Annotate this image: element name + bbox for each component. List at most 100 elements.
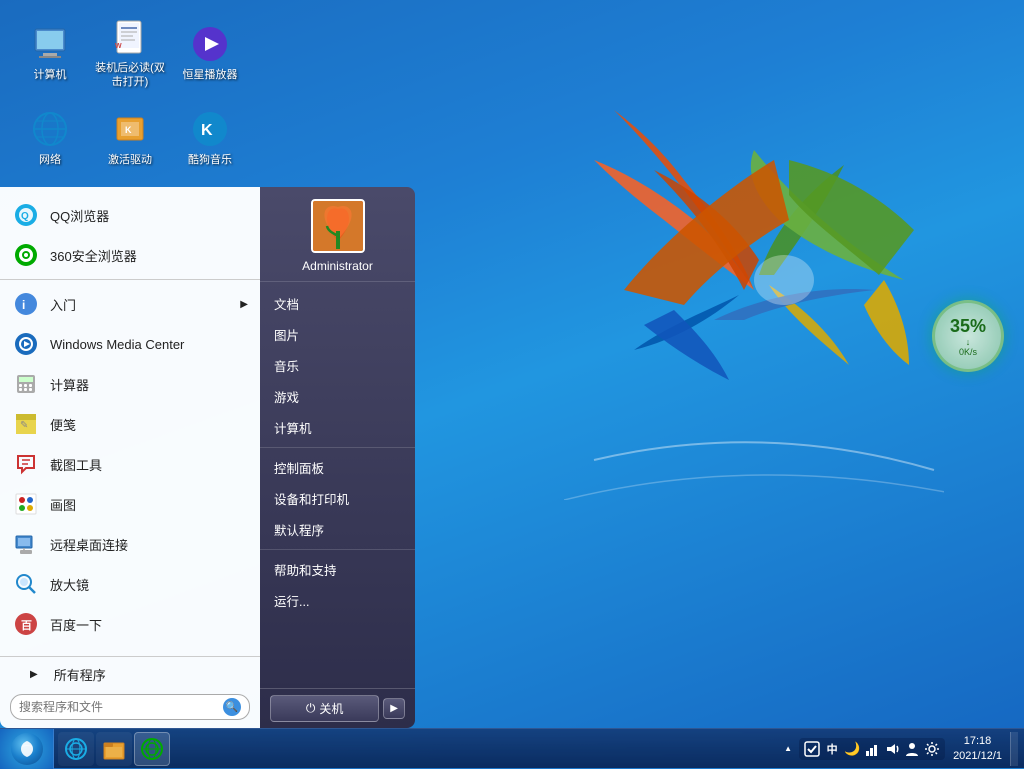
right-menu-documents[interactable]: 文档 [260,288,415,319]
start-button[interactable] [0,729,54,769]
setup-guide-icon-label: 装机后必读(双击打开) [95,62,165,88]
desktop-icons-area: 计算机 W 装机后必读(双击打开) [10,10,250,180]
taskbar: ▲ 中 🌙 [0,728,1024,768]
tray-moon-icon[interactable]: 🌙 [843,740,861,758]
driver-icon: K [109,108,151,150]
pictures-label: 图片 [274,325,299,344]
qqmusic-icon: K [189,108,231,150]
speed-widget: 35% ↓ 0K/s [932,300,1004,372]
shutdown-arrow-button[interactable]: ▶ [383,698,405,719]
clock[interactable]: 17:18 2021/12/1 [947,734,1008,763]
menu-item-rdp[interactable]: 远程桌面连接 [0,524,260,564]
intro-label: 入门 [50,295,230,314]
calculator-icon [12,370,40,398]
360-browser-label: 360安全浏览器 [50,246,248,265]
rdp-label: 远程桌面连接 [50,535,248,554]
speed-value: 0K/s [959,347,977,357]
wmc-label: Windows Media Center [50,337,248,352]
qq-browser-icon: Q [12,201,40,229]
taskbar-items [54,732,773,766]
qq-browser-label: QQ浏览器 [50,206,248,225]
shutdown-arrow-icon: ▶ [390,703,398,714]
intro-arrow: ▶ [240,299,248,310]
right-menu-default-programs[interactable]: 默认程序 [260,514,415,545]
right-menu-devices[interactable]: 设备和打印机 [260,483,415,514]
tray-area: 中 🌙 [799,738,945,760]
menu-item-magnifier[interactable]: 放大镜 [0,564,260,604]
svg-text:✎: ✎ [20,420,28,431]
tray-settings-icon[interactable] [923,740,941,758]
rdp-icon [12,530,40,558]
desktop-icon-setup[interactable]: W 装机后必读(双击打开) [90,10,170,95]
shutdown-bar: ⏻ 关机 ▶ [260,688,415,728]
user-name: Administrator [302,259,373,273]
search-input[interactable] [19,700,223,714]
desktop-icon-row-1: 计算机 W 装机后必读(双击打开) [10,10,250,95]
magnifier-icon [12,570,40,598]
right-menu-music[interactable]: 音乐 [260,350,415,381]
snip-icon [12,450,40,478]
menu-item-360-browser[interactable]: 360安全浏览器 [0,235,260,275]
menu-item-baidu[interactable]: 百 百度一下 [0,604,260,644]
computer-icon-label: 计算机 [34,69,67,82]
tray-volume-icon[interactable] [883,740,901,758]
taskbar-explorer-icon[interactable] [96,732,132,766]
desktop-icon-computer[interactable]: 计算机 [10,10,90,95]
tray-user-icon[interactable] [903,740,921,758]
games-label: 游戏 [274,387,299,406]
desktop-icon-qqmusic[interactable]: K 酷狗音乐 [170,95,250,180]
calculator-label: 计算器 [50,375,248,394]
search-bar[interactable]: 🔍 [10,694,250,720]
network-icon [29,108,71,150]
user-avatar [311,199,365,253]
right-menu-games[interactable]: 游戏 [260,381,415,412]
devices-label: 设备和打印机 [274,489,349,508]
svg-text:i: i [22,298,25,312]
menu-item-paint[interactable]: 画图 [0,484,260,524]
documents-label: 文档 [274,294,299,313]
360-browser-icon [12,241,40,269]
music-label: 音乐 [274,356,299,375]
magnifier-label: 放大镜 [50,575,248,594]
help-label: 帮助和支持 [274,560,337,579]
run-label: 运行... [274,591,309,610]
menu-item-all-programs[interactable]: ▶ 所有程序 [0,661,260,688]
start-orb [11,733,43,765]
wmc-icon [12,330,40,358]
start-menu-items: Q QQ浏览器 360安全浏览器 [0,187,260,652]
menu-item-snip[interactable]: 截图工具 [0,444,260,484]
tray-network-icon[interactable] [863,740,881,758]
right-menu-help[interactable]: 帮助和支持 [260,554,415,585]
menu-item-intro[interactable]: i 入门 ▶ [0,284,260,324]
taskbar-ie-icon[interactable] [58,732,94,766]
tray-expand-icon[interactable]: ▲ [779,740,797,758]
control-panel-label: 控制面板 [274,458,324,477]
arrow-icon: ▶ [30,669,38,680]
menu-item-wmc[interactable]: Windows Media Center [0,324,260,364]
taskbar-ie2-icon[interactable] [134,732,170,766]
desktop: 35% ↓ 0K/s 计算机 [0,0,1024,768]
right-menu-pictures[interactable]: 图片 [260,319,415,350]
taskbar-tray: ▲ 中 🌙 [773,732,1024,766]
mediaplayer-icon [189,23,231,65]
tray-security-icon[interactable] [803,740,821,758]
right-menu-run[interactable]: 运行... [260,585,415,616]
windows-flag [564,80,944,505]
menu-item-qq-browser[interactable]: Q QQ浏览器 [0,195,260,235]
all-programs-label: 所有程序 [54,665,248,684]
right-menu-control-panel[interactable]: 控制面板 [260,452,415,483]
right-menu-computer[interactable]: 计算机 [260,412,415,443]
start-menu-left: Q QQ浏览器 360安全浏览器 [0,187,260,728]
speed-percent: 35% [950,316,986,337]
show-desktop-button[interactable] [1010,732,1018,766]
desktop-icon-driver[interactable]: K 激活驱动 [90,95,170,180]
desktop-icon-mediaplayer[interactable]: 恒星播放器 [170,10,250,95]
tray-language-icon[interactable]: 中 [823,740,841,758]
shutdown-button[interactable]: ⏻ 关机 [270,695,379,722]
desktop-icon-network[interactable]: 网络 [10,95,90,180]
search-button[interactable]: 🔍 [223,698,241,716]
menu-item-calculator[interactable]: 计算器 [0,364,260,404]
baidu-label: 百度一下 [50,615,248,634]
shutdown-label: 关机 [319,700,343,717]
menu-item-sticky[interactable]: ✎ 便笺 [0,404,260,444]
